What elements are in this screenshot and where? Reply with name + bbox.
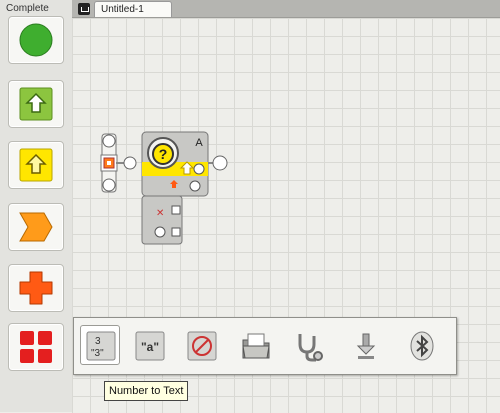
grid-icon bbox=[20, 331, 52, 363]
download-arrow-icon bbox=[356, 333, 376, 359]
palette-title: Complete bbox=[6, 3, 49, 14]
number-to-text-icon: 3 "3" bbox=[86, 331, 116, 361]
reset-motor-button[interactable] bbox=[346, 326, 386, 366]
palette-advanced-button[interactable] bbox=[8, 323, 64, 371]
text-icon: "a" bbox=[135, 331, 165, 361]
bluetooth-icon bbox=[410, 331, 434, 361]
up-arrow-icon bbox=[19, 87, 53, 121]
svg-text:?: ? bbox=[159, 146, 168, 162]
stop-button[interactable] bbox=[182, 326, 222, 366]
palette-data-button[interactable] bbox=[8, 264, 64, 312]
file-access-button[interactable] bbox=[236, 326, 276, 366]
port-label: A bbox=[195, 137, 203, 149]
tooltip: Number to Text bbox=[104, 381, 189, 401]
up-arrow-icon bbox=[19, 148, 53, 182]
palette-sensor-button[interactable] bbox=[8, 141, 64, 189]
number-to-text-button[interactable]: 3 "3" bbox=[80, 325, 120, 365]
programming-palette: Complete bbox=[0, 0, 73, 412]
parallelogram-icon bbox=[19, 212, 53, 242]
program-icon[interactable] bbox=[78, 3, 90, 15]
bluetooth-button[interactable] bbox=[402, 326, 442, 366]
palette-action-button[interactable] bbox=[8, 80, 64, 128]
cross-icon bbox=[19, 271, 53, 305]
svg-text:"a": "a" bbox=[141, 340, 159, 354]
stop-icon bbox=[187, 331, 217, 361]
palette-flow-button[interactable] bbox=[8, 203, 64, 251]
calibrate-button[interactable] bbox=[288, 326, 328, 366]
palette-common-button[interactable] bbox=[8, 16, 64, 64]
stethoscope-icon bbox=[298, 334, 323, 362]
svg-text:"3": "3" bbox=[91, 348, 104, 359]
svg-text:✕: ✕ bbox=[156, 208, 164, 219]
tab-untitled[interactable]: Untitled-1 bbox=[94, 1, 172, 18]
text-button[interactable]: "a" bbox=[130, 326, 170, 366]
loop-block[interactable]: ? A ✕ bbox=[96, 128, 236, 248]
connector-right-icon bbox=[212, 155, 228, 171]
circle-icon bbox=[19, 23, 53, 57]
svg-text:3: 3 bbox=[95, 336, 101, 347]
connector-top-icon bbox=[102, 134, 116, 148]
advanced-toolbar: 3 "3" "a" bbox=[73, 317, 457, 375]
connector-bottom-icon bbox=[102, 178, 116, 192]
folder-icon bbox=[242, 333, 270, 359]
